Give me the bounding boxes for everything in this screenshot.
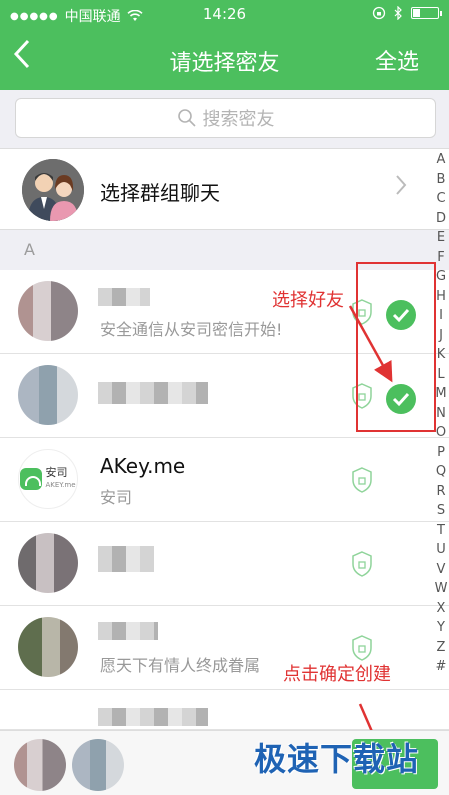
selected-avatar[interactable] xyxy=(72,739,124,791)
search-placeholder: 搜索密友 xyxy=(202,109,275,130)
index-letter[interactable]: T xyxy=(434,521,448,541)
index-letter[interactable]: F xyxy=(434,248,448,268)
index-letter[interactable]: C xyxy=(434,189,448,209)
contact-row[interactable]: 安司 AKEY.me AKey.me 安司 xyxy=(0,438,449,522)
index-letter[interactable]: A xyxy=(434,150,448,170)
index-letter[interactable]: D xyxy=(434,209,448,229)
index-letter[interactable]: R xyxy=(434,482,448,502)
index-letter[interactable]: B xyxy=(434,170,448,190)
contact-subtitle: 安司 xyxy=(100,488,133,507)
annotation-box xyxy=(356,262,436,432)
redacted-name xyxy=(98,622,158,640)
index-letter[interactable]: N xyxy=(434,404,448,424)
index-letter[interactable]: P xyxy=(434,443,448,463)
search-input[interactable]: 搜索密友 xyxy=(15,98,436,138)
index-letter[interactable]: Z xyxy=(434,638,448,658)
index-letter[interactable]: E xyxy=(434,228,448,248)
redacted-name xyxy=(98,546,154,572)
index-letter[interactable]: Q xyxy=(434,462,448,482)
lock-rotation-icon xyxy=(372,6,386,20)
index-letter[interactable]: # xyxy=(434,657,448,677)
group-chat-label: 选择群组聊天 xyxy=(100,181,220,205)
index-letter[interactable]: H xyxy=(434,287,448,307)
contact-avatar xyxy=(18,281,78,341)
index-letter[interactable]: S xyxy=(434,501,448,521)
shield-icon xyxy=(352,467,372,493)
group-avatar xyxy=(22,159,84,221)
chevron-right-icon xyxy=(395,173,407,203)
alphabet-index[interactable]: A B C D E F G H I J K L M N O P Q R S T U V W X Y Z # xyxy=(434,150,448,677)
contact-avatar xyxy=(18,533,78,593)
index-letter[interactable]: G xyxy=(434,267,448,287)
group-chat-row[interactable]: 选择群组聊天 xyxy=(0,148,449,230)
bluetooth-icon xyxy=(394,6,402,20)
index-letter[interactable]: Y xyxy=(434,618,448,638)
index-letter[interactable]: X xyxy=(434,599,448,619)
index-letter[interactable]: M xyxy=(434,384,448,404)
index-letter[interactable]: J xyxy=(434,326,448,346)
watermark: 极速下载站 xyxy=(254,740,420,778)
annotation-confirm-create: 点击确定创建 xyxy=(283,664,391,685)
akey-logo-icon xyxy=(20,468,43,490)
nav-bar: 请选择密友 全选 xyxy=(0,28,449,90)
index-letter[interactable]: W xyxy=(434,579,448,599)
shield-icon xyxy=(352,551,372,577)
contact-name: AKey.me xyxy=(100,454,186,478)
index-letter[interactable]: V xyxy=(434,560,448,580)
selected-avatar[interactable] xyxy=(14,739,66,791)
search-icon xyxy=(177,109,196,127)
contact-row[interactable] xyxy=(0,690,449,730)
akey-logo-subtext: AKEY.me xyxy=(45,481,76,489)
index-letter[interactable]: U xyxy=(434,540,448,560)
battery-icon xyxy=(411,7,442,19)
contact-subtitle: 愿天下有情人终成眷属 xyxy=(100,656,261,675)
index-letter[interactable]: L xyxy=(434,365,448,385)
search-bar: 搜索密友 xyxy=(0,90,449,146)
redacted-name xyxy=(98,708,208,726)
status-right xyxy=(372,6,442,20)
select-all-button[interactable]: 全选 xyxy=(375,44,419,76)
index-letter[interactable]: I xyxy=(434,306,448,326)
redacted-name xyxy=(98,288,150,306)
redacted-name xyxy=(98,382,208,404)
contact-avatar xyxy=(18,365,78,425)
contact-subtitle: 安全通信从安司密信开始! xyxy=(100,320,283,339)
header: ●●●●● 中国联通 14:26 请选择密友 全选 xyxy=(0,0,449,90)
akey-logo-text: 安司 xyxy=(45,466,68,479)
annotation-select-friends: 选择好友 xyxy=(272,290,344,311)
contact-avatar xyxy=(18,617,78,677)
index-letter[interactable]: K xyxy=(434,345,448,365)
akey-logo: 安司 AKEY.me xyxy=(18,449,78,509)
shield-icon xyxy=(352,635,372,661)
contact-row[interactable] xyxy=(0,522,449,606)
index-letter[interactable]: O xyxy=(434,423,448,443)
status-bar: ●●●●● 中国联通 14:26 xyxy=(0,0,449,28)
